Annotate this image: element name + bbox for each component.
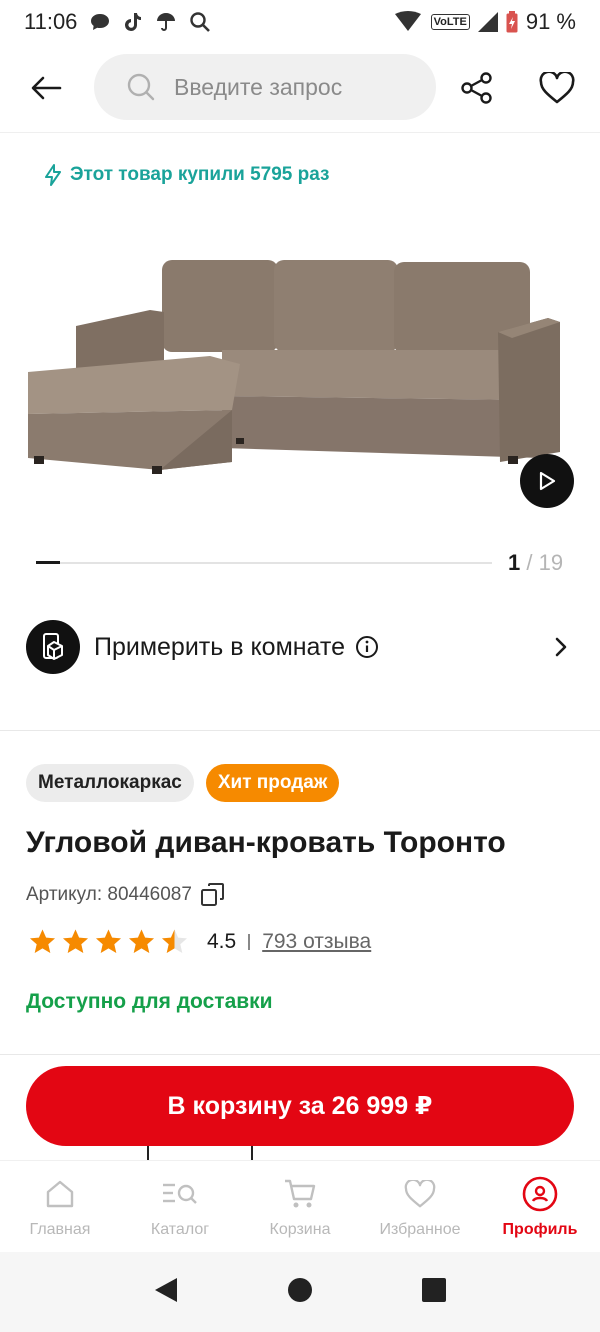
wifi-icon <box>393 11 423 33</box>
share-icon <box>461 72 492 104</box>
back-button[interactable] <box>26 70 66 106</box>
favorite-button[interactable] <box>536 68 578 108</box>
article-number: Артикул: 80446087 <box>26 884 192 905</box>
add-to-cart-button[interactable]: В корзину за 26 999 ₽ <box>26 1066 574 1146</box>
divider <box>0 730 600 731</box>
rating-stars <box>28 928 189 955</box>
signal-icon <box>477 12 498 32</box>
catalog-icon <box>161 1175 199 1213</box>
gallery-progress-track <box>36 562 492 564</box>
home-icon <box>44 1175 76 1213</box>
info-icon[interactable] <box>355 635 379 659</box>
gallery-counter: 1 / 19 <box>508 550 563 576</box>
play-video-button[interactable] <box>520 454 574 508</box>
tag-metal-frame: Металлокаркас <box>26 764 194 802</box>
ar-cube-icon <box>26 620 80 674</box>
heart-icon <box>539 72 575 104</box>
separator-tick <box>251 1146 253 1160</box>
delivery-availability: Доступно для доставки <box>26 990 273 1013</box>
nav-cart[interactable]: Корзина <box>240 1161 360 1252</box>
product-image[interactable] <box>0 200 600 530</box>
heart-icon <box>404 1175 436 1213</box>
purchased-text: Этот товар купили 5795 раз <box>70 164 330 185</box>
app-bar <box>0 52 600 124</box>
article-row: Артикул: 80446087 <box>26 882 226 908</box>
star-icon <box>96 929 121 953</box>
system-navigation-bar <box>0 1252 600 1332</box>
gallery-total: 19 <box>538 550 564 575</box>
umbrella-icon <box>155 11 177 33</box>
play-icon <box>539 471 556 491</box>
bottom-navigation: Главная Каталог Корзина Избранное Профил… <box>0 1160 600 1252</box>
try-in-room-label: Примерить в комнате <box>94 632 345 661</box>
back-triangle-icon[interactable] <box>153 1276 179 1309</box>
status-bar: 11:06 VoLTE 91 % <box>0 0 600 44</box>
star-icon <box>162 929 187 953</box>
nav-favorites[interactable]: Избранное <box>360 1161 480 1252</box>
gallery-separator: / <box>520 550 539 575</box>
nav-home[interactable]: Главная <box>0 1161 120 1252</box>
status-time: 11:06 <box>24 9 78 34</box>
recents-square-icon[interactable] <box>421 1277 447 1308</box>
nav-catalog[interactable]: Каталог <box>120 1161 240 1252</box>
rating-row[interactable]: 4.5 793 отзыва <box>28 928 371 955</box>
divider <box>0 132 600 133</box>
search-bar[interactable] <box>94 54 436 120</box>
reviews-link[interactable]: 793 отзыва <box>262 930 371 954</box>
home-circle-icon[interactable] <box>287 1277 313 1308</box>
purchased-banner: Этот товар купили 5795 раз <box>44 164 330 186</box>
try-in-room-row[interactable]: Примерить в комнате <box>26 618 574 676</box>
cart-icon <box>283 1175 317 1213</box>
star-icon <box>30 929 55 953</box>
copy-icon[interactable] <box>200 882 226 908</box>
arrow-left-icon <box>31 76 62 100</box>
chevron-right-icon <box>554 636 568 658</box>
share-button[interactable] <box>456 68 498 108</box>
gallery-current: 1 <box>508 550 521 575</box>
product-tags: Металлокаркас Хит продаж <box>26 764 340 802</box>
gallery-progress-indicator <box>36 561 60 564</box>
nav-cart-label: Корзина <box>269 1221 331 1238</box>
nav-catalog-label: Каталог <box>150 1221 210 1238</box>
search-icon <box>127 73 155 101</box>
tiktok-icon <box>123 11 143 33</box>
battery-level: 91 % <box>525 9 576 34</box>
battery-icon <box>506 11 518 33</box>
nav-home-label: Главная <box>29 1221 91 1238</box>
star-icon <box>129 929 154 953</box>
volte-badge: VoLTE <box>430 14 470 30</box>
rating-separator <box>248 933 251 950</box>
divider <box>0 1054 600 1055</box>
star-icon <box>63 929 88 953</box>
separator-tick <box>147 1146 149 1160</box>
nav-profile-label: Профиль <box>502 1221 578 1238</box>
rating-value: 4.5 <box>207 929 237 953</box>
tag-bestseller: Хит продаж <box>205 764 340 802</box>
nav-favorites-label: Избранное <box>379 1221 461 1238</box>
product-title: Угловой диван-кровать Торонто <box>26 826 506 859</box>
search-status-icon <box>189 11 211 33</box>
search-input[interactable] <box>174 73 414 101</box>
nav-profile[interactable]: Профиль <box>480 1161 600 1252</box>
profile-icon <box>522 1175 558 1213</box>
lightning-icon <box>45 164 61 186</box>
chat-icon <box>89 12 111 32</box>
